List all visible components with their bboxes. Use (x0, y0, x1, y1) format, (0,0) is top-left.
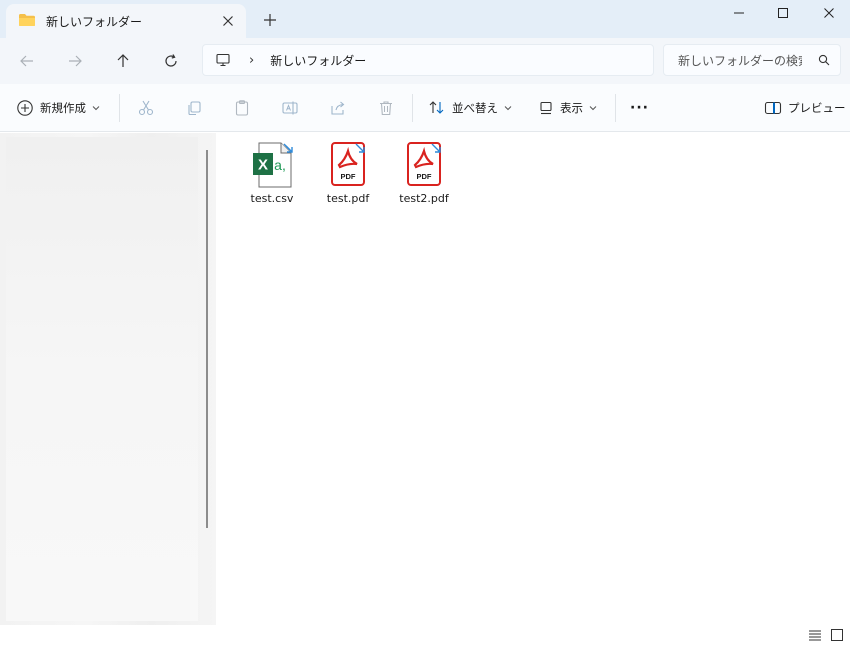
navigation-bar: › 新しいフォルダー 新しいフォルダーの検索 (0, 38, 850, 84)
folder-icon (18, 12, 36, 31)
new-label: 新規作成 (40, 101, 86, 115)
details-view-icon[interactable] (808, 627, 822, 641)
share-icon (331, 101, 345, 115)
close-button[interactable] (806, 4, 850, 22)
paste-button[interactable] (232, 98, 252, 118)
cut-button[interactable] (136, 98, 156, 118)
share-button[interactable] (328, 98, 348, 118)
tab-close-icon[interactable] (220, 13, 236, 29)
search-input[interactable]: 新しいフォルダーの検索 (678, 52, 802, 69)
add-icon (16, 99, 34, 117)
path-separator[interactable]: › (249, 53, 254, 68)
copy-button[interactable] (184, 98, 204, 118)
paste-icon (235, 100, 249, 116)
file-list-area[interactable]: X a, test.csv PDF test.pdf PDF test2.pdf (216, 133, 850, 625)
address-bar[interactable]: › 新しいフォルダー (202, 44, 654, 76)
copy-icon (188, 101, 201, 116)
scissors-icon (138, 100, 154, 116)
breadcrumb-current-folder[interactable]: 新しいフォルダー (270, 52, 366, 69)
preview-pane-icon (764, 101, 782, 115)
new-tab-button[interactable] (262, 12, 278, 28)
search-icon[interactable] (818, 54, 830, 66)
more-options-button[interactable]: ··· (630, 96, 649, 120)
tab-active[interactable]: 新しいフォルダー (6, 4, 246, 38)
rename-icon (282, 101, 298, 115)
separator (412, 94, 413, 122)
command-bar: 新規作成 並べ替え 表示 ··· プレビュー (0, 84, 850, 132)
tab-title: 新しいフォルダー (46, 14, 143, 29)
svg-text:PDF: PDF (417, 172, 432, 181)
preview-button[interactable]: プレビュー (764, 96, 846, 120)
navigation-pane[interactable] (0, 133, 216, 625)
svg-text:a,: a, (274, 157, 286, 173)
file-name[interactable]: test.pdf (327, 192, 369, 205)
large-icons-view-icon[interactable] (830, 627, 844, 641)
pdf-file-icon: PDF (331, 142, 365, 186)
file-item[interactable]: X a, test.csv (242, 141, 302, 213)
svg-text:PDF: PDF (341, 172, 356, 181)
forward-button[interactable] (64, 50, 86, 72)
chevron-down-icon (92, 104, 100, 112)
back-button[interactable] (16, 50, 38, 72)
maximize-button[interactable] (760, 4, 806, 22)
file-name[interactable]: test.csv (251, 192, 294, 205)
minimize-button[interactable] (716, 4, 762, 22)
separator (119, 94, 120, 122)
status-bar (0, 625, 850, 643)
navigation-pane-content (6, 137, 198, 621)
refresh-button[interactable] (160, 50, 182, 72)
excel-csv-file-icon: X a, (253, 142, 293, 188)
up-button[interactable] (112, 50, 134, 72)
view-icon (538, 100, 554, 116)
navigation-pane-scrollbar[interactable] (206, 150, 208, 528)
sort-icon (428, 99, 446, 117)
file-item[interactable]: PDF test.pdf (318, 141, 378, 213)
sort-button[interactable]: 並べ替え (428, 96, 512, 120)
preview-label: プレビュー (788, 101, 846, 115)
delete-button[interactable] (376, 98, 396, 118)
svg-text:X: X (258, 157, 268, 174)
title-bar: 新しいフォルダー (0, 0, 850, 38)
view-label: 表示 (560, 101, 583, 115)
pdf-file-icon: PDF (407, 142, 441, 186)
sort-label: 並べ替え (452, 101, 498, 115)
separator (615, 94, 616, 122)
file-name[interactable]: test2.pdf (399, 192, 448, 205)
computer-icon (215, 52, 231, 68)
view-button[interactable]: 表示 (538, 96, 597, 120)
rename-button[interactable] (280, 98, 300, 118)
file-item[interactable]: PDF test2.pdf (394, 141, 454, 213)
chevron-down-icon (504, 104, 512, 112)
trash-icon (380, 101, 392, 116)
new-button[interactable]: 新規作成 (16, 96, 100, 120)
search-box[interactable]: 新しいフォルダーの検索 (663, 44, 841, 76)
chevron-down-icon (589, 104, 597, 112)
